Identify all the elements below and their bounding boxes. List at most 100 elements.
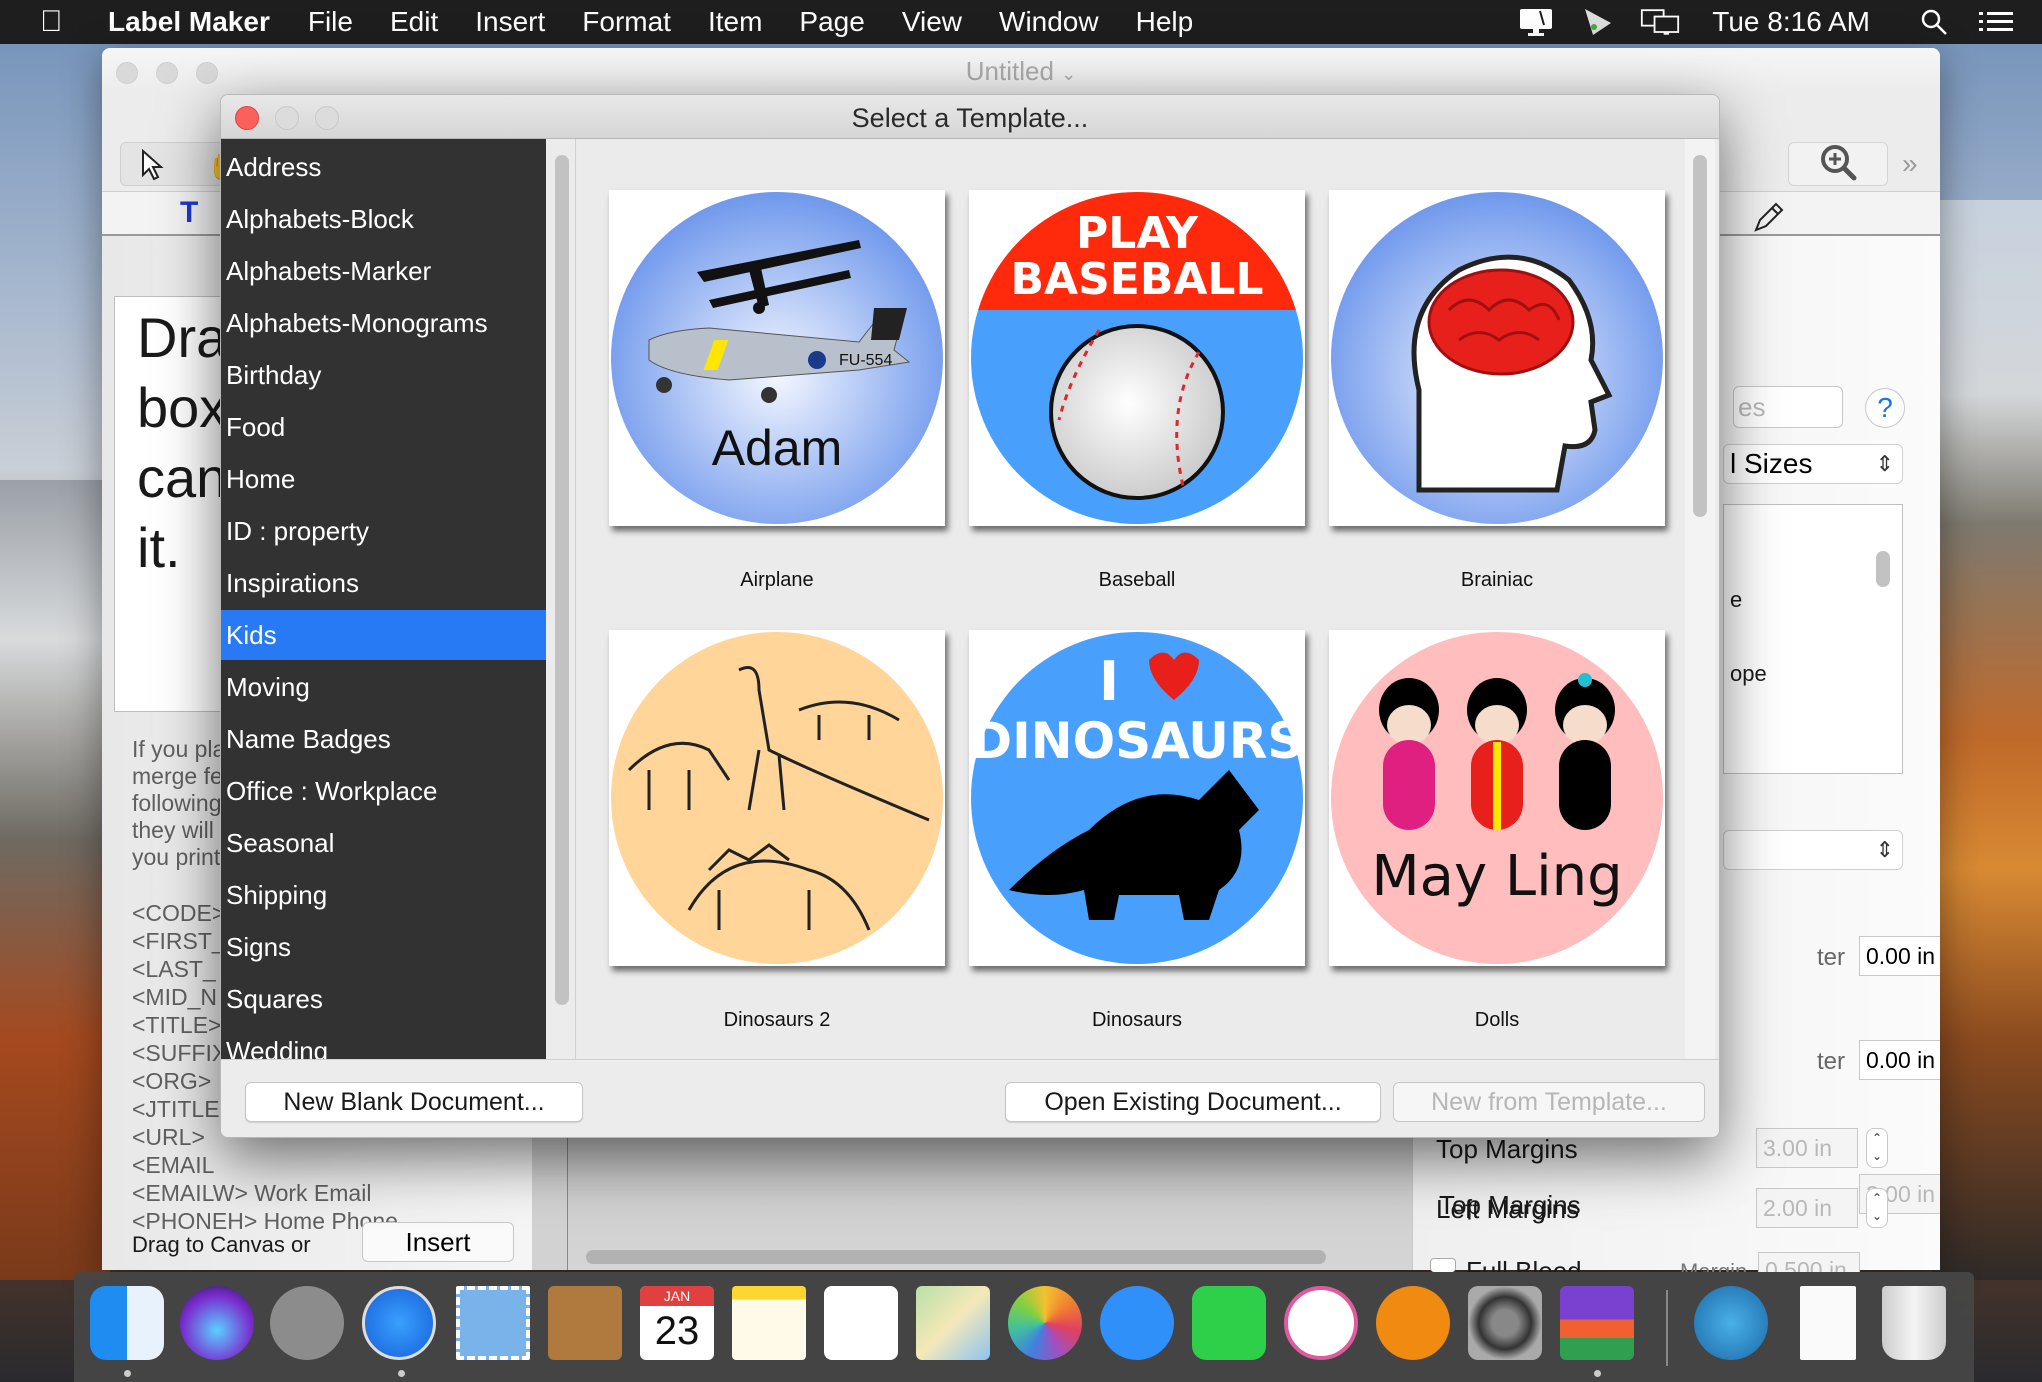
- template-thumbnail-airplane[interactable]: FU-554 Adam: [609, 190, 945, 526]
- category-item[interactable]: Squares: [221, 974, 546, 1024]
- category-item[interactable]: Name Badges: [221, 714, 546, 764]
- label-list-scrollbar[interactable]: [1876, 551, 1890, 587]
- menu-insert[interactable]: Insert: [475, 6, 545, 38]
- documents-stack-icon[interactable]: [1800, 1286, 1856, 1360]
- menu-app-name[interactable]: Label Maker: [108, 6, 270, 38]
- category-item[interactable]: Seasonal: [221, 818, 546, 868]
- category-item[interactable]: Food: [221, 402, 546, 452]
- template-thumbnail-dinosaurs-2[interactable]: [609, 630, 945, 966]
- label-list[interactable]: e ope: [1723, 504, 1903, 774]
- label-sizes-select[interactable]: l Sizes ⇕: [1723, 444, 1903, 484]
- template-thumbnail-dolls[interactable]: May Ling: [1329, 630, 1665, 966]
- displays-icon[interactable]: [1640, 9, 1680, 35]
- template-label[interactable]: Brainiac: [1329, 569, 1665, 592]
- arrow-pointer-icon[interactable]: [139, 148, 169, 186]
- template-thumbnail-dinosaurs[interactable]: I DINOSAURS: [969, 630, 1305, 966]
- merge-field[interactable]: <URL>: [132, 1124, 205, 1151]
- category-scrollbar-track[interactable]: [546, 139, 576, 1059]
- ibooks-icon[interactable]: [1376, 1286, 1450, 1360]
- category-list[interactable]: Address Alphabets-Block Alphabets-Marker Al…: [221, 139, 546, 1059]
- menu-window[interactable]: Window: [999, 6, 1099, 38]
- facetime-icon[interactable]: [1192, 1286, 1266, 1360]
- full-bleed-checkbox[interactable]: [1430, 1258, 1456, 1272]
- projector-icon[interactable]: [1578, 9, 1618, 35]
- category-item[interactable]: Alphabets-Block: [221, 194, 546, 244]
- launchpad-icon[interactable]: [270, 1286, 344, 1360]
- merge-field[interactable]: <MID_N: [132, 984, 217, 1011]
- template-label[interactable]: Dolls: [1329, 1009, 1665, 1032]
- menu-view[interactable]: View: [902, 6, 962, 38]
- messages-icon[interactable]: [1100, 1286, 1174, 1360]
- menu-item[interactable]: Item: [708, 6, 762, 38]
- label-list-item[interactable]: e: [1730, 587, 1742, 613]
- category-item[interactable]: Moving: [221, 662, 546, 712]
- menu-format[interactable]: Format: [582, 6, 671, 38]
- template-label[interactable]: Dinosaurs: [969, 1009, 1305, 1032]
- menu-edit[interactable]: Edit: [390, 6, 438, 38]
- template-label[interactable]: Dinosaurs 2: [609, 1009, 945, 1032]
- new-from-template-button[interactable]: New from Template...: [1393, 1082, 1705, 1122]
- downloads-stack-icon[interactable]: [1694, 1286, 1768, 1360]
- template-thumbnail-brainiac[interactable]: [1329, 190, 1665, 526]
- category-item[interactable]: Alphabets-Monograms: [221, 298, 546, 348]
- category-item[interactable]: Home: [221, 454, 546, 504]
- merge-field[interactable]: <EMAIL: [132, 1152, 214, 1179]
- template-label[interactable]: Baseball: [969, 569, 1305, 592]
- help-button[interactable]: ?: [1865, 388, 1905, 428]
- field-2-input[interactable]: 0.00 in: [1859, 1040, 1940, 1080]
- trash-icon[interactable]: [1882, 1286, 1946, 1360]
- insert-button[interactable]: Insert: [362, 1222, 514, 1262]
- mail-icon[interactable]: [456, 1286, 530, 1360]
- pencil-icon[interactable]: [1752, 200, 1786, 239]
- merge-field[interactable]: <EMAILW> Work Email: [132, 1180, 371, 1207]
- apple-menu-icon[interactable]: : [40, 5, 90, 39]
- open-existing-document-button[interactable]: Open Existing Document...: [1005, 1082, 1381, 1122]
- menubar-clock[interactable]: Tue 8:16 AM: [1712, 6, 1870, 38]
- notes-icon[interactable]: [732, 1286, 806, 1360]
- category-item[interactable]: Kids: [221, 610, 546, 660]
- merge-field[interactable]: <TITLE>: [132, 1012, 221, 1039]
- merge-field[interactable]: <ORG>: [132, 1068, 211, 1095]
- top-margins-stepper-visible[interactable]: ⌃ ⌄: [1866, 1128, 1888, 1168]
- maps-icon[interactable]: [916, 1286, 990, 1360]
- top-margins-input-visible[interactable]: 3.00 in: [1756, 1128, 1858, 1168]
- category-item[interactable]: Address: [221, 142, 546, 192]
- menu-help[interactable]: Help: [1136, 6, 1194, 38]
- category-item[interactable]: Alphabets-Marker: [221, 246, 546, 296]
- category-item[interactable]: Inspirations: [221, 558, 546, 608]
- label-search-field[interactable]: es: [1733, 386, 1843, 428]
- merge-field[interactable]: <LAST_: [132, 956, 216, 983]
- text-tab[interactable]: T: [180, 196, 198, 230]
- category-item[interactable]: Wedding: [221, 1026, 546, 1059]
- label-maker-icon[interactable]: [1560, 1286, 1634, 1360]
- grid-scrollbar-thumb[interactable]: [1693, 155, 1707, 517]
- menu-page[interactable]: Page: [799, 6, 864, 38]
- menu-file[interactable]: File: [308, 6, 353, 38]
- left-margins-input[interactable]: 2.00 in: [1756, 1188, 1858, 1228]
- category-item[interactable]: Signs: [221, 922, 546, 972]
- photos-icon[interactable]: [1008, 1286, 1082, 1360]
- notification-center-icon[interactable]: [1976, 9, 2016, 35]
- window-title[interactable]: Untitled ⌄: [102, 56, 1940, 87]
- margin-input[interactable]: 0.500 in: [1758, 1252, 1860, 1272]
- merge-field[interactable]: <JTITLE: [132, 1096, 220, 1123]
- left-margins-stepper[interactable]: ⌃ ⌄: [1866, 1188, 1888, 1228]
- unit-select[interactable]: ⇕: [1723, 830, 1903, 870]
- zoom-in-button[interactable]: [1788, 142, 1888, 186]
- label-list-item[interactable]: ope: [1730, 661, 1767, 687]
- contacts-icon[interactable]: [548, 1286, 622, 1360]
- screen-sharing-icon[interactable]: [1516, 9, 1556, 36]
- horizontal-scrollbar[interactable]: [586, 1250, 1326, 1264]
- toolbar-overflow-button[interactable]: »: [1902, 148, 1918, 180]
- calendar-icon[interactable]: JAN 23: [640, 1286, 714, 1360]
- safari-icon[interactable]: [362, 1286, 436, 1360]
- merge-field[interactable]: <FIRST_: [132, 928, 225, 955]
- system-preferences-icon[interactable]: [1468, 1286, 1542, 1360]
- reminders-icon[interactable]: [824, 1286, 898, 1360]
- category-item[interactable]: Office : Workplace: [221, 766, 546, 816]
- finder-icon[interactable]: [90, 1286, 164, 1360]
- category-item[interactable]: ID : property: [221, 506, 546, 556]
- template-thumbnail-baseball[interactable]: PLAY BASEBALL: [969, 190, 1305, 526]
- merge-field[interactable]: <CODE>: [132, 900, 225, 927]
- itunes-icon[interactable]: [1284, 1286, 1358, 1360]
